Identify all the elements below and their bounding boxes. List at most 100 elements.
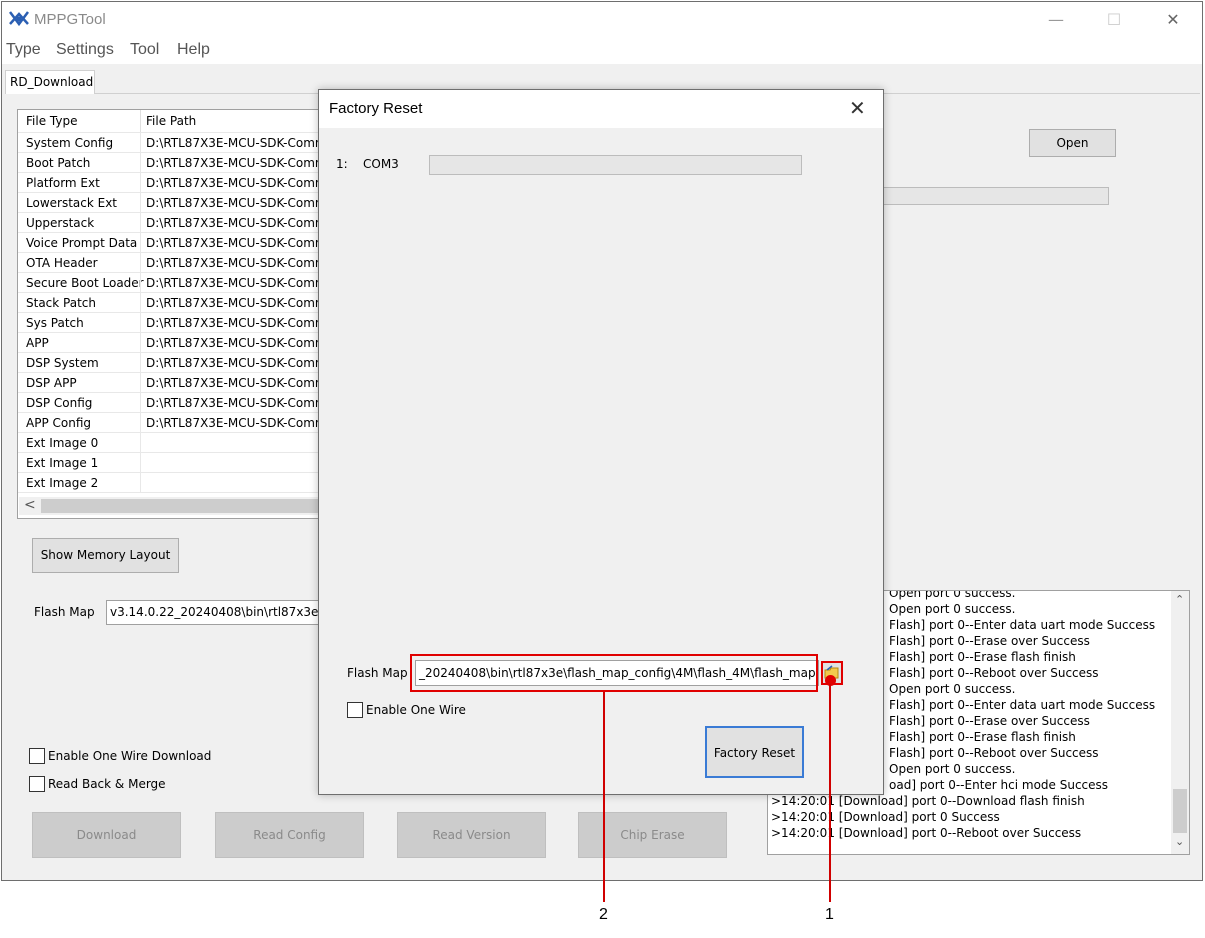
scroll-up-icon[interactable]: ⌃ — [1175, 593, 1184, 606]
table-row[interactable]: Secure Boot Loader D:\RTL87X3E-MCU-SDK-Co… — [18, 273, 327, 293]
file-path-cell: D:\RTL87X3E-MCU-SDK-Comm — [146, 336, 327, 350]
table-row[interactable]: OTA Header D:\RTL87X3E-MCU-SDK-Comm — [18, 253, 327, 273]
file-type-cell: Ext Image 2 — [26, 476, 99, 490]
table-row[interactable]: APP Config D:\RTL87X3E-MCU-SDK-Comm — [18, 413, 327, 433]
file-type-cell: Upperstack — [26, 216, 95, 230]
file-path-cell: D:\RTL87X3E-MCU-SDK-Comm — [146, 176, 327, 190]
enable-one-wire-download-checkbox[interactable] — [29, 748, 45, 764]
port-index: 1: — [336, 157, 348, 171]
file-path-cell: D:\RTL87X3E-MCU-SDK-Comm — [146, 376, 327, 390]
table-row[interactable]: DSP Config D:\RTL87X3E-MCU-SDK-Comm — [18, 393, 327, 413]
table-row[interactable]: Ext Image 0 — [18, 433, 326, 453]
title-bar: MPPGTool — ☐ ✕ — [2, 2, 1202, 38]
dialog-enable-one-wire-label: Enable One Wire — [366, 703, 466, 717]
read-back-merge-checkbox[interactable] — [29, 776, 45, 792]
file-path-cell: D:\RTL87X3E-MCU-SDK-Comm — [146, 196, 327, 210]
menu-type[interactable]: Type — [6, 41, 41, 59]
file-type-cell: System Config — [26, 136, 114, 150]
menu-tool[interactable]: Tool — [130, 41, 159, 59]
port-progress-bar — [429, 155, 802, 175]
file-type-cell: Ext Image 0 — [26, 436, 99, 450]
table-row[interactable]: Sys Patch D:\RTL87X3E-MCU-SDK-Comm — [18, 313, 326, 333]
table-row[interactable]: DSP APP D:\RTL87X3E-MCU-SDK-Comm — [18, 373, 327, 393]
annotation-box-flash-map — [410, 654, 818, 692]
minimize-button[interactable]: — — [1042, 8, 1070, 32]
open-button[interactable]: Open — [1029, 129, 1116, 157]
file-path-cell: D:\RTL87X3E-MCU-SDK-Comm — [146, 356, 327, 370]
file-path-cell: D:\RTL87X3E-MCU-SDK-Comm — [146, 416, 327, 430]
annotation-leader-2 — [603, 692, 605, 902]
dialog-title-bar: Factory Reset ✕ — [319, 90, 883, 128]
menu-help[interactable]: Help — [177, 41, 210, 59]
table-row[interactable]: Stack Patch D:\RTL87X3E-MCU-SDK-Comm — [18, 293, 327, 313]
file-type-cell: Boot Patch — [26, 156, 91, 170]
app-title: MPPGTool — [34, 11, 106, 28]
scroll-left-icon[interactable]: < — [24, 497, 36, 513]
file-path-cell: D:\RTL87X3E-MCU-SDK-Comm — [146, 136, 327, 150]
table-row[interactable]: Boot Patch D:\RTL87X3E-MCU-SDK-Comm — [18, 153, 327, 173]
file-path-cell: D:\RTL87X3E-MCU-SDK-Comm — [146, 156, 327, 170]
table-row[interactable]: System Config D:\RTL87X3E-MCU-SDK-Comm — [18, 133, 327, 153]
progress-bar — [882, 187, 1109, 205]
file-type-cell: DSP System — [26, 356, 99, 370]
table-row[interactable]: Ext Image 1 — [18, 453, 326, 473]
table-row[interactable]: Voice Prompt Data D:\RTL87X3E-MCU-SDK-Com… — [18, 233, 326, 253]
annotation-leader-1 — [829, 684, 831, 902]
read-config-button[interactable]: Read Config — [215, 812, 364, 858]
close-button[interactable]: ✕ — [1159, 8, 1187, 32]
file-path-cell: D:\RTL87X3E-MCU-SDK-Comm — [146, 276, 327, 290]
flash-map-label: Flash Map — [34, 605, 95, 619]
table-row[interactable]: Upperstack D:\RTL87X3E-MCU-SDK-Comm — [18, 213, 326, 233]
chip-erase-button[interactable]: Chip Erase — [578, 812, 727, 858]
log-vertical-scrollbar[interactable]: ⌃ ⌄ — [1171, 591, 1189, 854]
file-table: File Type File Path System Config D:\RTL8… — [17, 109, 327, 519]
log-line: >14:20:01 [Download] port 0--Reboot over… — [771, 826, 1082, 840]
file-path-cell: D:\RTL87X3E-MCU-SDK-Comm — [146, 256, 327, 270]
flash-map-field[interactable]: v3.14.0.22_20240408\bin\rtl87x3e\fla — [106, 600, 326, 625]
table-row[interactable]: APP D:\RTL87X3E-MCU-SDK-Comm — [18, 333, 327, 353]
factory-reset-button[interactable]: Factory Reset — [705, 726, 804, 778]
annotation-label-1: 1 — [825, 906, 834, 923]
file-type-cell: Secure Boot Loader — [26, 276, 144, 290]
menu-settings[interactable]: Settings — [56, 41, 114, 59]
file-type-cell: Stack Patch — [26, 296, 96, 310]
file-path-cell: D:\RTL87X3E-MCU-SDK-Comm — [146, 396, 327, 410]
download-button[interactable]: Download — [32, 812, 181, 858]
file-path-cell: D:\RTL87X3E-MCU-SDK-Comm — [146, 296, 327, 310]
port-name: COM3 — [363, 157, 399, 171]
enable-one-wire-download-label: Enable One Wire Download — [48, 749, 212, 763]
maximize-button[interactable]: ☐ — [1100, 8, 1128, 32]
dialog-enable-one-wire-checkbox[interactable] — [347, 702, 363, 718]
file-type-cell: Lowerstack Ext — [26, 196, 118, 210]
show-memory-layout-button[interactable]: Show Memory Layout — [32, 538, 179, 573]
file-type-cell: DSP APP — [26, 376, 77, 390]
table-row[interactable]: DSP System D:\RTL87X3E-MCU-SDK-Comm — [18, 353, 327, 373]
scroll-down-icon[interactable]: ⌄ — [1175, 835, 1184, 848]
file-type-cell: Platform Ext — [26, 176, 100, 190]
read-version-button[interactable]: Read Version — [397, 812, 546, 858]
read-back-merge-label: Read Back & Merge — [48, 777, 166, 791]
file-type-cell: DSP Config — [26, 396, 93, 410]
file-type-cell: APP Config — [26, 416, 91, 430]
tab-rd-download[interactable]: RD_Download — [5, 70, 95, 94]
annotation-label-2: 2 — [599, 906, 608, 923]
dialog-close-button[interactable]: ✕ — [849, 96, 866, 120]
log-scrollbar-thumb[interactable] — [1173, 789, 1187, 833]
file-type-cell: Sys Patch — [26, 316, 84, 330]
log-line: >14:20:01 [Download] port 0 Success — [771, 810, 1000, 824]
scrollbar-thumb[interactable] — [41, 499, 325, 513]
horizontal-scrollbar[interactable]: < — [19, 497, 325, 515]
dialog-title: Factory Reset — [329, 100, 423, 117]
file-type-cell: Ext Image 1 — [26, 456, 99, 470]
file-type-cell: OTA Header — [26, 256, 98, 270]
table-row[interactable]: Ext Image 2 — [18, 473, 326, 493]
app-logo-icon — [9, 11, 29, 27]
log-line: >14:20:01 [Download] port 0--Download fl… — [771, 794, 1085, 808]
dialog-flash-map-label: Flash Map — [347, 666, 408, 680]
column-header-file-path[interactable]: File Path — [146, 114, 196, 128]
table-row[interactable]: Lowerstack Ext D:\RTL87X3E-MCU-SDK-Comm — [18, 193, 327, 213]
file-type-cell: APP — [26, 336, 49, 350]
table-row[interactable]: Platform Ext D:\RTL87X3E-MCU-SDK-Comm — [18, 173, 327, 193]
column-header-file-type[interactable]: File Type — [26, 114, 77, 128]
menu-bar: Type Settings Tool Help — [2, 38, 1202, 64]
